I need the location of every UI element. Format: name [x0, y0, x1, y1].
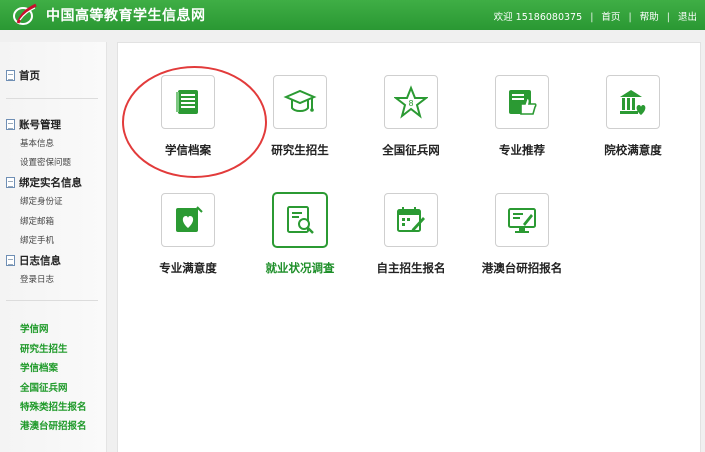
tile-label: 港澳台研招报名 [481, 261, 563, 275]
welcome-text: 欢迎 15186080375 [493, 12, 583, 23]
sidebar-realname-title[interactable]: 绑定实名信息 [6, 175, 82, 190]
building-heart-icon [620, 90, 646, 115]
tile-label: 专业满意度 [159, 261, 217, 275]
sidebar-log-label: 日志信息 [19, 255, 61, 267]
sidebar-account-title[interactable]: 账号管理 [6, 117, 61, 132]
sidebar: 首页 账号管理 基本信息 设置密保问题 绑定实名信息 绑定身份证 绑定邮箱 绑定… [0, 42, 107, 452]
document-icon [6, 255, 15, 266]
svg-text:8: 8 [408, 99, 413, 108]
book-heart-icon [176, 206, 203, 232]
logo-icon [13, 3, 37, 25]
tile-label: 院校满意度 [604, 143, 662, 157]
document-icon [176, 90, 198, 114]
tile-recruit[interactable]: 8 全国征兵网 [356, 75, 466, 179]
sidebar-item-login-log[interactable]: 登录日志 [20, 273, 54, 285]
tile-school-satisfaction[interactable]: 院校满意度 [578, 75, 688, 179]
nav-home-link[interactable]: 首页 [601, 12, 620, 23]
sidebar-log-title[interactable]: 日志信息 [6, 253, 61, 268]
sidebar-home-label: 首页 [19, 70, 40, 82]
nav-help-link[interactable]: 帮助 [640, 12, 659, 23]
document-icon [6, 70, 15, 81]
tile-hmt-graduate[interactable]: 港澳台研招报名 [467, 193, 577, 297]
tile-label: 学信档案 [165, 143, 211, 157]
top-bar: 中国高等教育学生信息网 欢迎 15186080375 | 首页 | 帮助 | 退… [0, 0, 705, 30]
sidebar-link-hmt[interactable]: 港澳台研招报名 [20, 418, 87, 432]
sidebar-account-label: 账号管理 [19, 119, 61, 131]
star-icon: 8 [394, 85, 428, 119]
site-title: 中国高等教育学生信息网 [46, 8, 206, 24]
sidebar-realname-label: 绑定实名信息 [19, 177, 82, 189]
tile-graduate[interactable]: 研究生招生 [245, 75, 355, 179]
sidebar-item-bind-phone[interactable]: 绑定手机 [20, 234, 54, 246]
tile-employment-survey[interactable]: 就业状况调查 [245, 193, 355, 297]
sidebar-link-archive[interactable]: 学信档案 [20, 360, 58, 374]
sidebar-link-recruit[interactable]: 全国征兵网 [20, 380, 68, 394]
sidebar-link-chsi[interactable]: 学信网 [20, 321, 49, 335]
top-nav: 欢迎 15186080375 | 首页 | 帮助 | 退出 [494, 9, 697, 23]
sidebar-item-bind-email[interactable]: 绑定邮箱 [20, 215, 54, 227]
sidebar-home[interactable]: 首页 [6, 68, 40, 83]
sidebar-link-graduate[interactable]: 研究生招生 [20, 341, 68, 355]
search-report-icon [287, 206, 314, 234]
sidebar-item-basic-info[interactable]: 基本信息 [20, 137, 54, 149]
document-icon [6, 119, 15, 130]
graduation-cap-icon [283, 89, 317, 112]
tile-independent-admission[interactable]: 自主招生报名 [356, 193, 466, 297]
document-icon [6, 177, 15, 188]
sidebar-item-bind-id[interactable]: 绑定身份证 [20, 195, 63, 207]
tile-major-satisfaction[interactable]: 专业满意度 [133, 193, 243, 297]
sidebar-item-security-question[interactable]: 设置密保问题 [20, 156, 71, 168]
tile-recommend[interactable]: 专业推荐 [467, 75, 577, 179]
sidebar-link-special[interactable]: 特殊类招生报名 [20, 399, 87, 413]
thumbs-up-icon [509, 90, 537, 115]
nav-logout-link[interactable]: 退出 [678, 12, 697, 23]
tile-archive[interactable]: 学信档案 [133, 75, 243, 179]
calendar-edit-icon [397, 207, 425, 232]
monitor-edit-icon [508, 208, 536, 233]
